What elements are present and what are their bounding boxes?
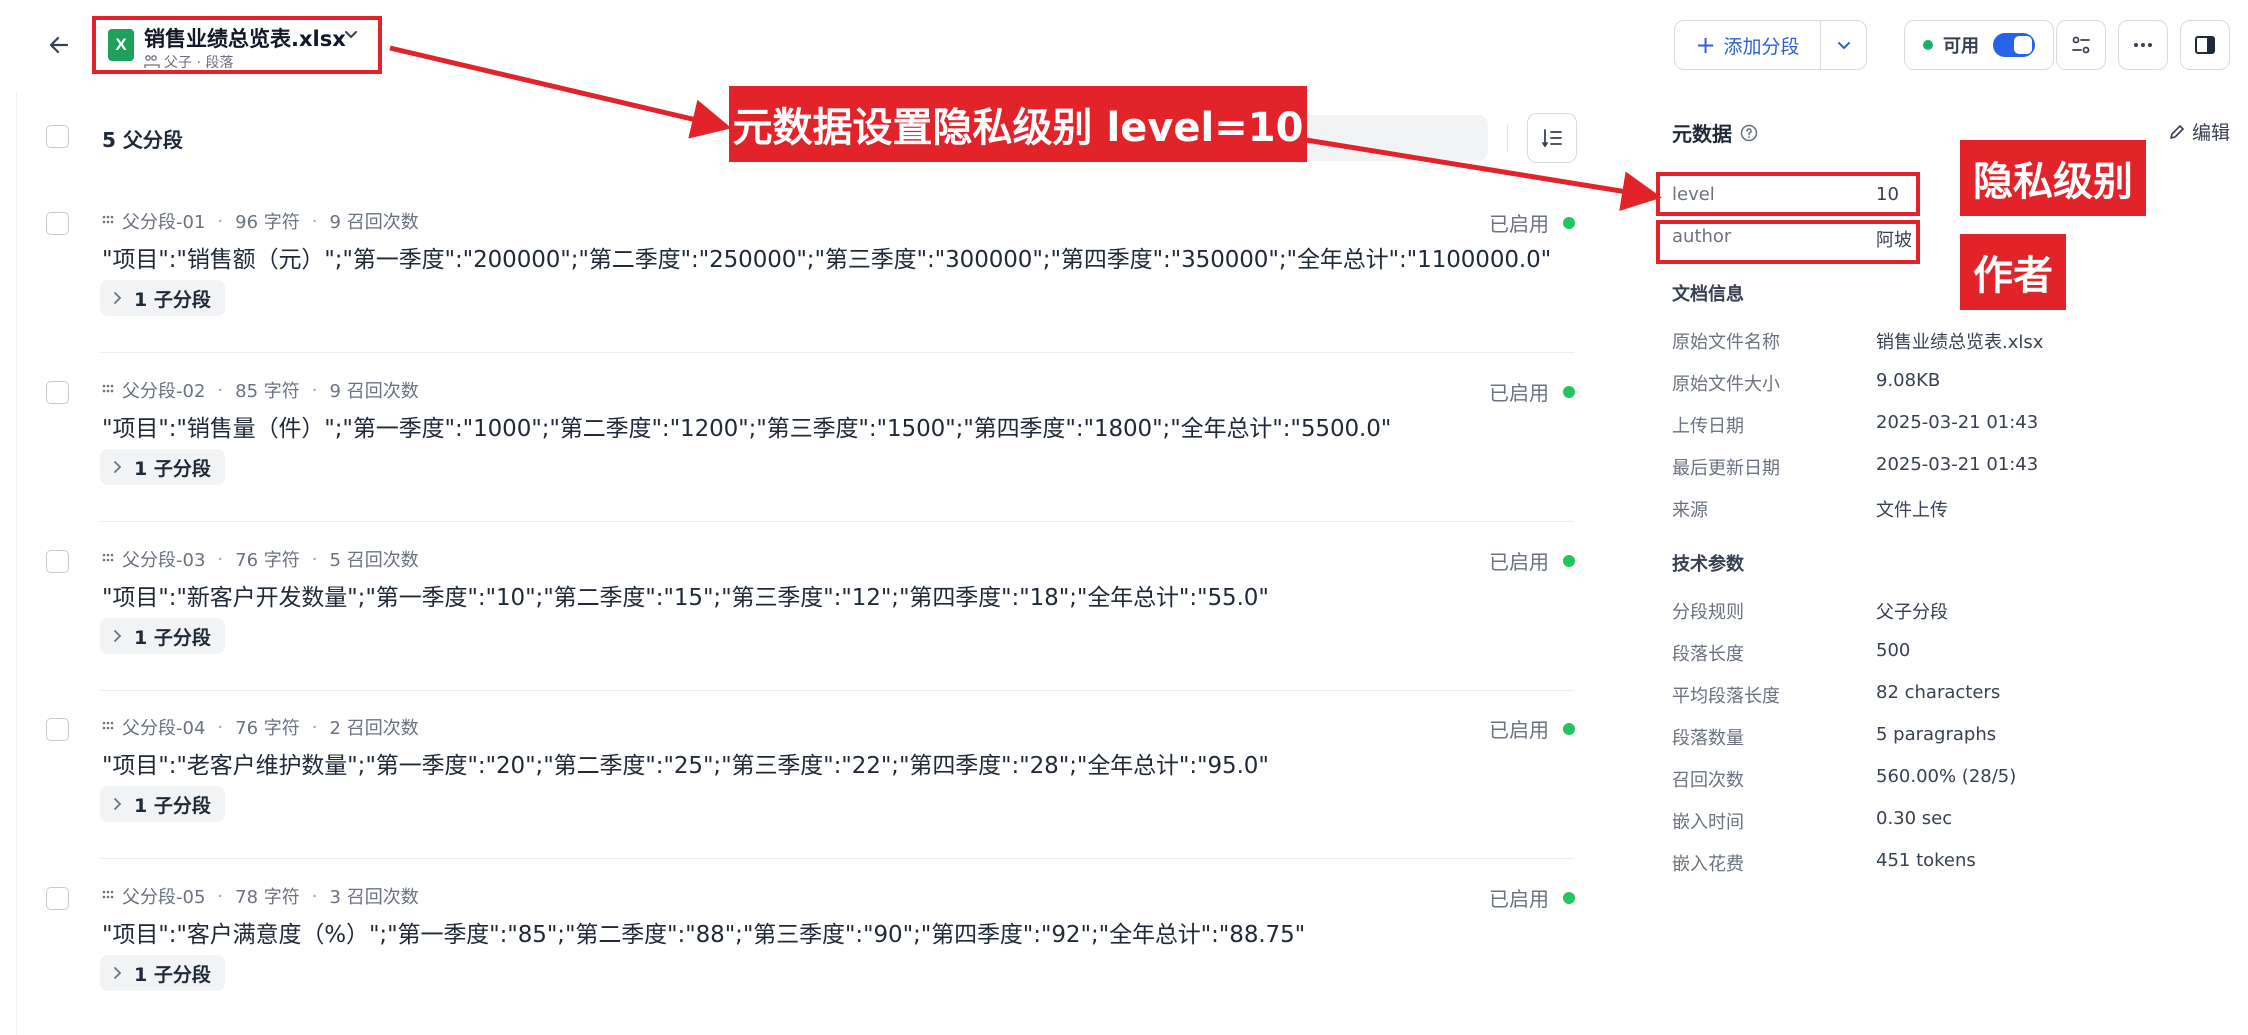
document-detail-page: X 销售业绩总览表.xlsx 父子 · 段落 + 添加分段 可用 5 父分段 父… [0,0,2248,1035]
annotation-arrow [389,45,732,139]
annotation-author-box [1656,220,1920,264]
annotation-arrow [1305,137,1662,211]
annotation-author-label: 作者 [1960,234,2066,310]
annotation-level-box [1656,172,1920,216]
annotation-main-label: 元数据设置隐私级别 level=10 [729,86,1307,162]
annotation-privacy-label: 隐私级别 [1960,140,2146,216]
